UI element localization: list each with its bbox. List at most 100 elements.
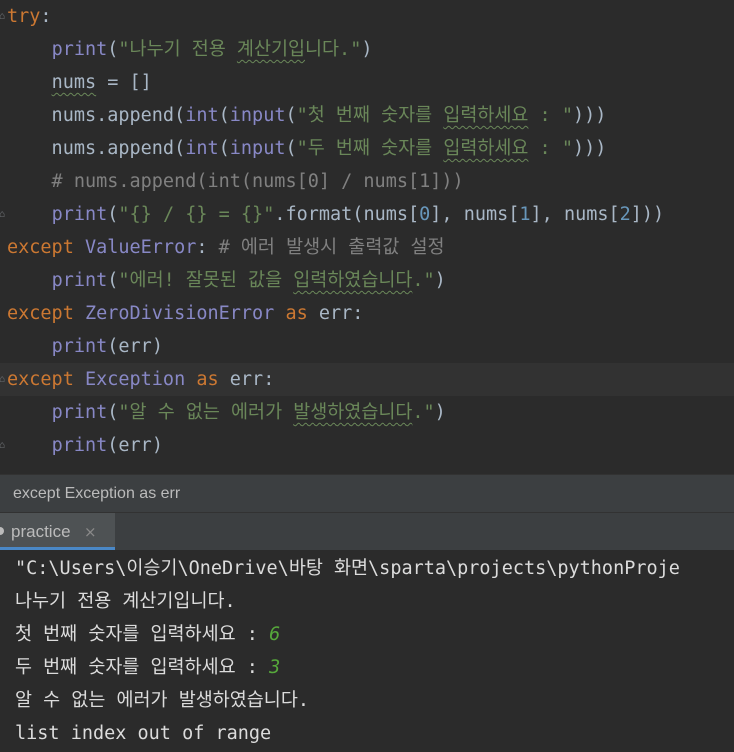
console-output-line: list index out of range (15, 723, 272, 744)
code-line[interactable]: except Exception as err: ⌂ (0, 363, 734, 396)
code-token: 입력하세요 (443, 105, 529, 126)
code-token: "에러! 잘못된 값을 (118, 270, 294, 291)
code-token: nums (51, 72, 97, 93)
code-line[interactable]: print(err) ⌂ (0, 429, 734, 462)
code-line[interactable]: nums = [] (0, 66, 734, 99)
code-token: ( (107, 270, 119, 291)
fold-marker-icon[interactable]: ⌂ (0, 374, 7, 386)
console-user-input: 6 (269, 624, 281, 645)
code-line-text: print(err) (0, 435, 163, 456)
code-line[interactable]: except ZeroDivisionError as err: (0, 297, 734, 330)
code-token: 0 (419, 204, 431, 225)
code-token: ) (434, 402, 446, 423)
code-token: print (51, 435, 108, 456)
code-token: 발생하였습니다 (293, 402, 413, 423)
console-prompt-line: 첫 번째 숫자를 입력하세요 : 6 (15, 618, 280, 651)
code-line[interactable]: # nums.append(int(nums[0] / nums[1])) (0, 165, 734, 198)
code-token: print (51, 402, 108, 423)
code-token: ." (412, 402, 435, 423)
code-line-text: print("알 수 없는 에러가 발생하였습니다.") (0, 402, 446, 423)
code-token: ) (434, 270, 446, 291)
run-tool-window-tabs: practice × (0, 512, 734, 551)
code-token: 계산기입 (236, 39, 306, 60)
fold-marker-icon[interactable]: ⌂ (0, 11, 7, 23)
run-config-icon (0, 527, 4, 535)
code-line[interactable]: print(err) (0, 330, 734, 363)
code-line-text: nums = [] (0, 72, 152, 93)
code-line-text: nums.append(int(input("첫 번째 숫자를 입력하세요 : … (0, 105, 607, 126)
code-token: ValueError (84, 237, 197, 258)
code-line-text: # nums.append(int(nums[0] / nums[1])) (0, 171, 464, 192)
code-line-text: print(err) (0, 336, 163, 357)
code-line-text: except ValueError: # 에러 발생시 출력값 설정 (0, 237, 445, 258)
code-line[interactable]: nums.append(int(input("두 번째 숫자를 입력하세요 : … (0, 132, 734, 165)
code-token: # nums.append(int(nums[0] / nums[1])) (7, 171, 464, 192)
fold-marker-icon[interactable]: ⌂ (0, 440, 7, 452)
code-token: 입력하세요 (443, 138, 529, 159)
code-token: err: (218, 369, 275, 390)
code-token: except (7, 237, 85, 258)
code-token: nums.append( (7, 138, 186, 159)
console-prompt-line: 두 번째 숫자를 입력하세요 : 3 (15, 651, 280, 684)
code-token: ( (107, 402, 119, 423)
console-output-line: 나누기 전용 계산기입니다. (15, 591, 236, 612)
code-line[interactable]: except ValueError: # 에러 발생시 출력값 설정 (0, 231, 734, 264)
code-token: "알 수 없는 에러가 (118, 402, 294, 423)
code-token: try (7, 6, 41, 27)
console-command-line: "C:\Users\이승기\OneDrive\바탕 화면\sparta\proj… (15, 558, 680, 579)
code-line-text: nums.append(int(input("두 번째 숫자를 입력하세요 : … (0, 138, 607, 159)
run-console[interactable]: "C:\Users\이승기\OneDrive\바탕 화면\sparta\proj… (0, 550, 734, 752)
code-token: 입력하였습니다 (293, 270, 413, 291)
code-token: input (229, 105, 286, 126)
code-token: .format(nums[ (274, 204, 420, 225)
code-token: int (185, 105, 219, 126)
code-token: ], nums[ (530, 204, 620, 225)
code-token: input (229, 138, 286, 159)
code-line[interactable]: try: ⌂ (0, 0, 734, 33)
code-token: "두 번째 숫자를 (296, 138, 444, 159)
code-token: : (40, 6, 52, 27)
console-prompt: 첫 번째 숫자를 입력하세요 : (15, 624, 270, 645)
code-line-text: print("{} / {} = {}".format(nums[0], num… (0, 204, 665, 225)
code-token: nums.append( (7, 105, 186, 126)
code-token: # 에러 발생시 출력값 설정 (218, 237, 445, 258)
code-line[interactable]: print("{} / {} = {}".format(nums[0], num… (0, 198, 734, 231)
code-token: ], nums[ (430, 204, 520, 225)
code-token: ])) (630, 204, 665, 225)
code-token: "나누기 전용 (118, 39, 237, 60)
code-token: except (7, 369, 85, 390)
code-line[interactable]: print("에러! 잘못된 값을 입력하였습니다.") (0, 264, 734, 297)
code-token: ( (218, 138, 230, 159)
code-token: print (51, 270, 108, 291)
code-token: 니다." (305, 39, 362, 60)
code-editor[interactable]: try: ⌂ print("나누기 전용 계산기입니다.") nums = [] … (0, 0, 734, 474)
code-token: print (51, 204, 108, 225)
code-token: Exception (84, 369, 186, 390)
run-tab-practice[interactable]: practice × (0, 513, 115, 551)
code-line-text: print("에러! 잘못된 값을 입력하였습니다.") (0, 270, 446, 291)
code-token: 1 (519, 204, 531, 225)
console-output-line: 알 수 없는 에러가 발생하였습니다. (15, 690, 309, 711)
breadcrumb-label[interactable]: except Exception as err (13, 485, 180, 502)
code-line[interactable]: print("나누기 전용 계산기입니다.") (0, 33, 734, 66)
code-line[interactable]: print("알 수 없는 에러가 발생하였습니다.") (0, 396, 734, 429)
code-token: except (7, 303, 85, 324)
code-token: ))) (572, 138, 607, 159)
code-token: ( (285, 105, 297, 126)
code-token: (err) (107, 336, 163, 357)
breadcrumb[interactable]: except Exception as err (0, 474, 734, 512)
close-icon[interactable]: × (84, 513, 97, 551)
code-line[interactable]: nums.append(int(input("첫 번째 숫자를 입력하세요 : … (0, 99, 734, 132)
run-tab-label: practice (11, 522, 71, 541)
code-token: ( (285, 138, 297, 159)
fold-marker-icon[interactable]: ⌂ (0, 209, 7, 221)
code-token: err: (307, 303, 364, 324)
